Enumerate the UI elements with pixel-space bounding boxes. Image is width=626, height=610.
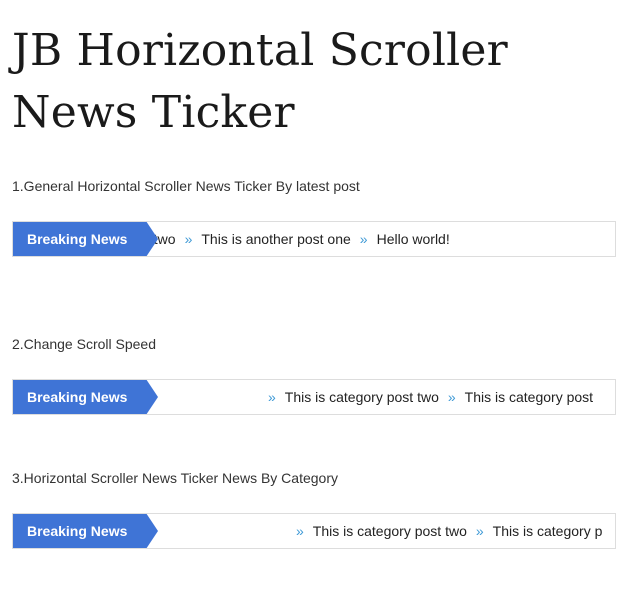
ticker-item-text[interactable]: This is category post two xyxy=(285,380,439,414)
double-chevron-right-icon: » xyxy=(268,389,276,405)
news-ticker-by-category: Breaking News » This is category post two… xyxy=(12,513,616,549)
ticker-item[interactable]: » This is another post one xyxy=(176,222,351,256)
double-chevron-right-icon: » xyxy=(447,389,456,405)
ticker-track: st two »This is another post one »Hello … xyxy=(139,222,450,256)
section-heading-by-category: 3.Horizontal Scroller News Ticker News B… xyxy=(12,470,338,486)
ticker-item-text[interactable]: This is category post xyxy=(465,380,593,414)
section-heading-latest-post: 1.General Horizontal Scroller News Ticke… xyxy=(12,178,360,194)
ticker-item-text[interactable]: Hello world! xyxy=(377,222,450,256)
ticker-item-text[interactable]: This is category p xyxy=(493,514,603,548)
ticker-track: » This is category post two » This is cate… xyxy=(259,380,593,414)
ticker-item-text[interactable]: This is category post two xyxy=(313,514,467,548)
double-chevron-right-icon: » xyxy=(359,231,368,247)
ticker-item[interactable]: » This is category post two xyxy=(287,514,467,548)
section-heading-scroll-speed: 2.Change Scroll Speed xyxy=(12,336,156,352)
news-ticker-scroll-speed: Breaking News » This is category post two… xyxy=(12,379,616,415)
breaking-news-label: Breaking News xyxy=(13,514,158,548)
breaking-news-label: Breaking News xyxy=(13,222,158,256)
ticker-track: » This is category post two » This is cate… xyxy=(287,514,602,548)
ticker-item[interactable]: » This is category post two xyxy=(259,380,439,414)
double-chevron-right-icon: » xyxy=(475,523,484,539)
news-ticker-latest-post: Breaking News st two »This is another po… xyxy=(12,221,616,257)
double-chevron-right-icon: » xyxy=(296,523,304,539)
breaking-news-label: Breaking News xyxy=(13,380,158,414)
double-chevron-right-icon: » xyxy=(184,231,193,247)
ticker-item[interactable]: » This is category p xyxy=(467,514,603,548)
ticker-item[interactable]: » This is category post xyxy=(439,380,593,414)
ticker-item[interactable]: » Hello world! xyxy=(351,222,450,256)
page-title: JB Horizontal Scroller News Ticker xyxy=(12,25,508,138)
ticker-item-text[interactable]: This is another post one xyxy=(201,222,350,256)
